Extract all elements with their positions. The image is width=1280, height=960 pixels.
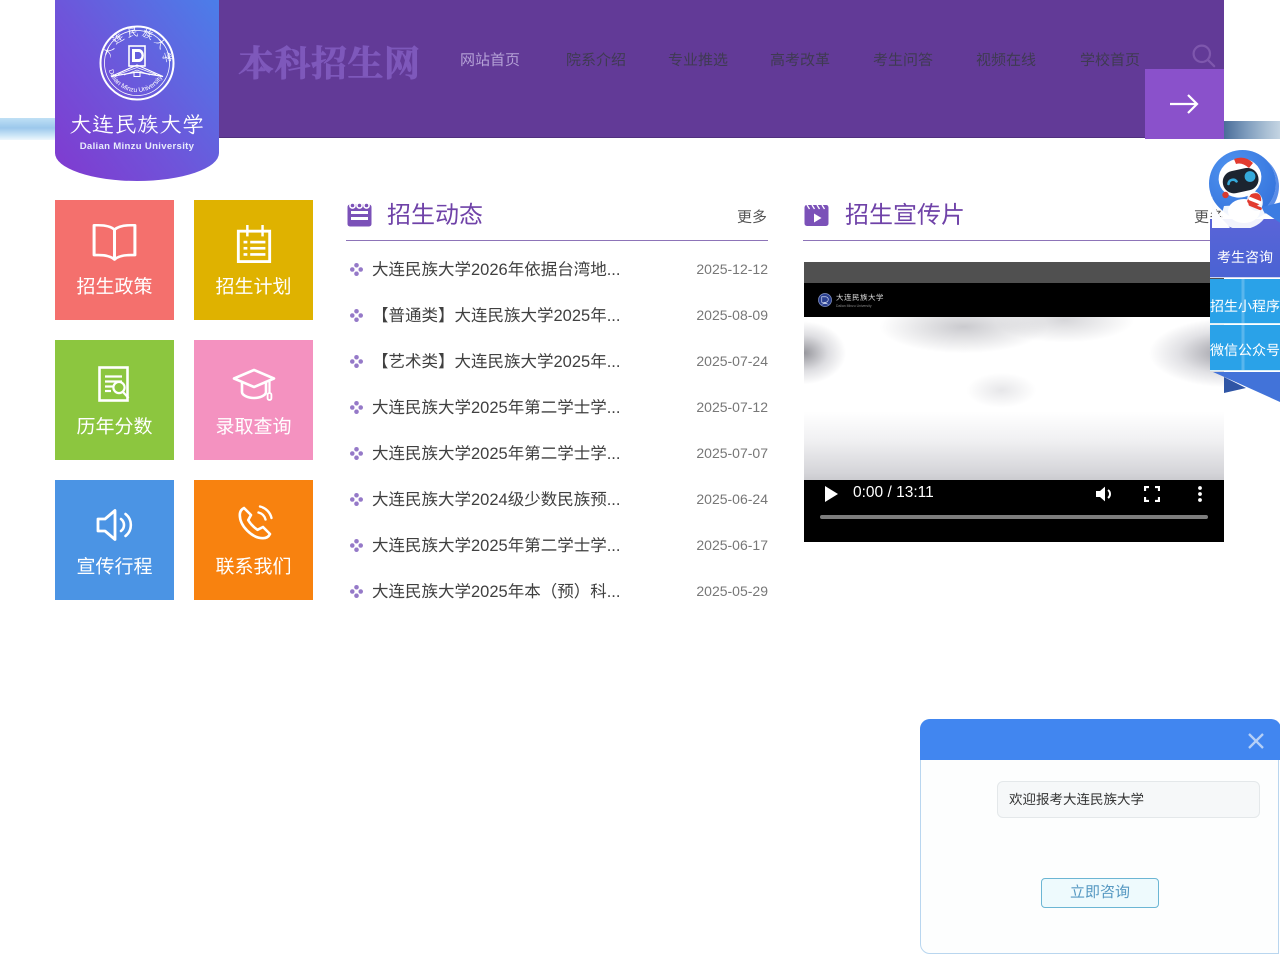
svg-text:大 连 民 族 大 学: 大 连 民 族 大 学 (101, 26, 175, 65)
